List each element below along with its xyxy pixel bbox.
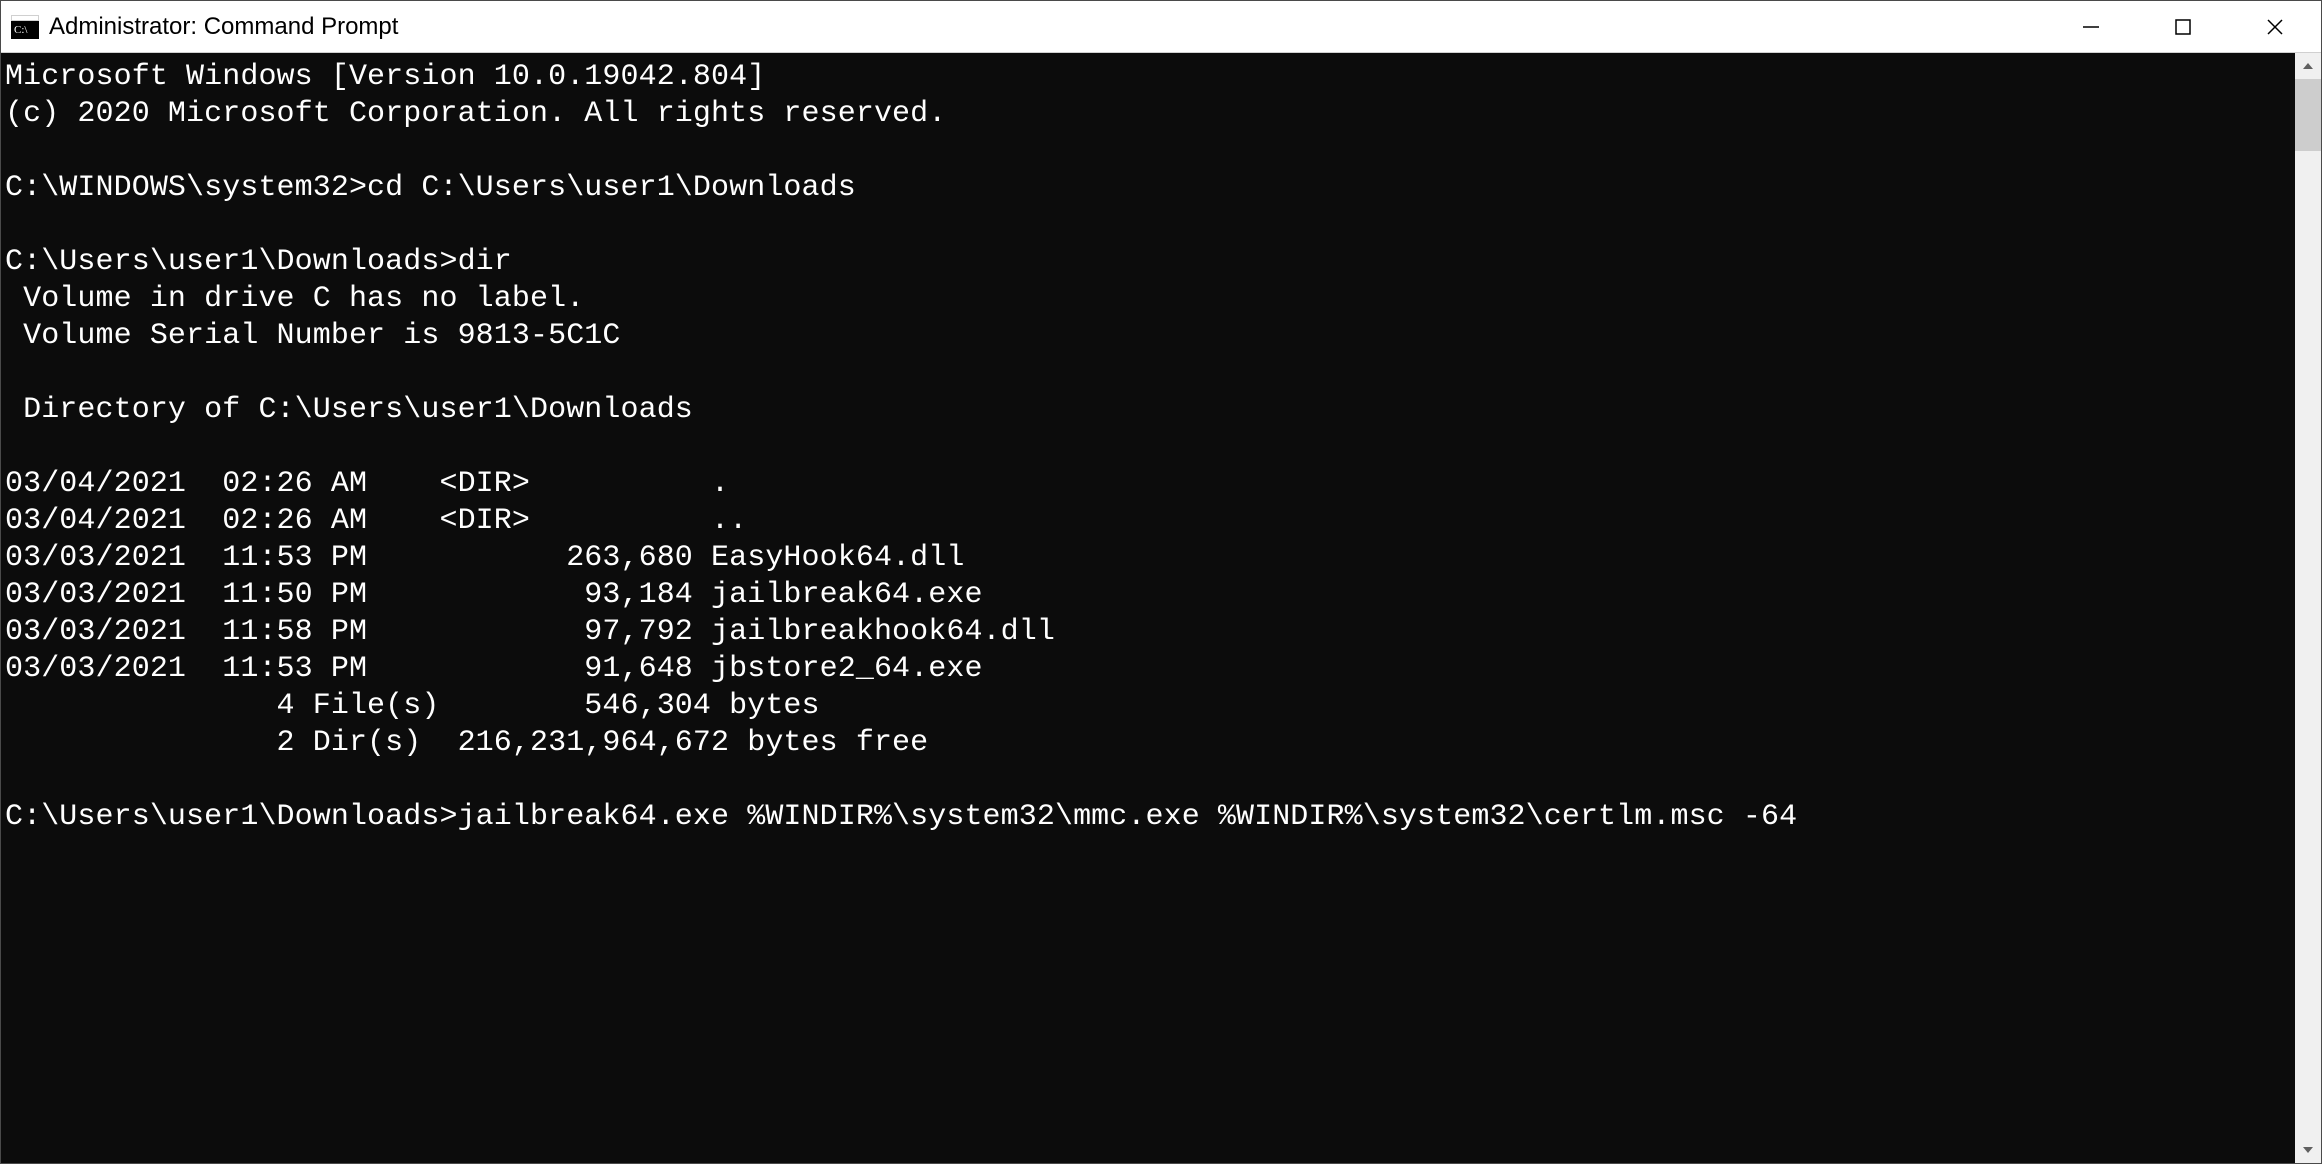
- scroll-up-arrow-icon[interactable]: [2295, 53, 2321, 79]
- terminal-output[interactable]: Microsoft Windows [Version 10.0.19042.80…: [1, 53, 2295, 1163]
- scroll-thumb[interactable]: [2295, 79, 2321, 151]
- client-area: Microsoft Windows [Version 10.0.19042.80…: [1, 53, 2321, 1163]
- window-controls: [2045, 1, 2321, 52]
- vertical-scrollbar[interactable]: [2295, 53, 2321, 1163]
- close-button[interactable]: [2229, 1, 2321, 52]
- scroll-track[interactable]: [2295, 79, 2321, 1137]
- minimize-button[interactable]: [2045, 1, 2137, 52]
- command-prompt-window: C:\ Administrator: Command Prompt Micros…: [0, 0, 2322, 1164]
- titlebar[interactable]: C:\ Administrator: Command Prompt: [1, 1, 2321, 53]
- scroll-down-arrow-icon[interactable]: [2295, 1137, 2321, 1163]
- window-title: Administrator: Command Prompt: [49, 13, 2045, 41]
- cmd-icon: C:\: [11, 15, 39, 39]
- maximize-button[interactable]: [2137, 1, 2229, 52]
- svg-text:C:\: C:\: [14, 24, 28, 36]
